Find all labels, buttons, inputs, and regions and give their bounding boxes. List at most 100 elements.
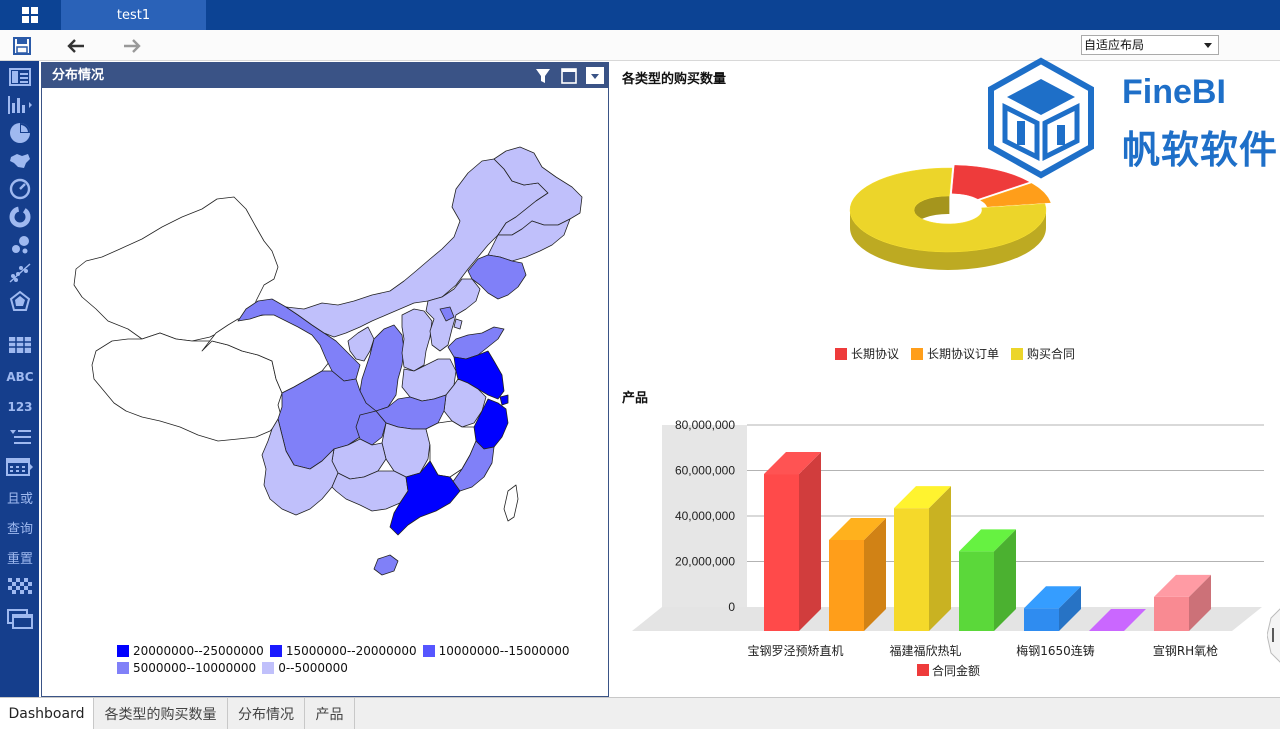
bar-front: [1024, 608, 1059, 631]
x-tick-label: 福建福欣热轧: [889, 643, 961, 658]
bar-front: [1154, 596, 1189, 631]
bar[interactable]: [894, 486, 951, 631]
map-panel-header: 分布情况: [42, 63, 608, 88]
table-layout-icon[interactable]: [4, 63, 36, 91]
region-guangxi: [331, 470, 409, 512]
legend-swatch: [262, 661, 275, 674]
legend-label: 15000000--20000000: [285, 643, 417, 658]
region-tianjin: [453, 318, 463, 330]
map-panel[interactable]: 分布情况 20000000--25000000 15000000--200000…: [41, 62, 609, 697]
bar-side: [799, 452, 821, 631]
radar-icon[interactable]: [4, 287, 36, 315]
y-tick-label: 0: [728, 600, 735, 614]
legend-swatch: [117, 661, 129, 674]
bar-side: [929, 486, 951, 631]
legend-swatch: [1011, 347, 1024, 360]
legend-item[interactable]: 长期协议订单: [911, 345, 999, 362]
checkerboard-icon[interactable]: [4, 573, 36, 601]
legend-swatch: [269, 644, 282, 657]
bar[interactable]: [829, 518, 886, 631]
legend-item[interactable]: 20000000--25000000: [117, 644, 264, 658]
app-grid-icon[interactable]: [0, 0, 60, 30]
pie-panel-title: 各类型的购买数量: [622, 72, 727, 87]
region-shanxi: [401, 308, 433, 372]
layout-select[interactable]: 自适应布局: [1081, 35, 1219, 55]
bar-panel-title: 产品: [622, 391, 649, 406]
bar-front: [959, 551, 994, 631]
text-widget-label[interactable]: ABC: [4, 363, 36, 391]
map-icon[interactable]: [4, 147, 36, 175]
legend-label: 5000000--10000000: [133, 660, 257, 675]
map-panel-title: 分布情况: [52, 68, 105, 83]
bar[interactable]: [764, 452, 821, 631]
number-widget-label[interactable]: 123: [4, 393, 36, 421]
scatter-icon[interactable]: [4, 259, 36, 287]
region-shanghai: [499, 394, 509, 406]
legend-swatch: [422, 644, 435, 657]
legend-item[interactable]: 长期协议: [835, 345, 899, 362]
legend-label: 合同金额: [932, 663, 980, 678]
query-widget-label[interactable]: 查询: [4, 513, 36, 541]
back-arrow-icon[interactable]: [65, 35, 87, 57]
bar-chart-icon[interactable]: [4, 91, 36, 119]
map-legend: 20000000--25000000 15000000--20000000 10…: [117, 642, 587, 676]
legend-item[interactable]: 购买合同: [1011, 345, 1075, 362]
tab-purchase-count[interactable]: 各类型的购买数量: [94, 698, 228, 729]
component-sidebar: ABC 123 且或 查询 重置: [0, 61, 39, 697]
bar-chart[interactable]: 0 20,000,000 40,000,000 60,000,000 80,000,00…: [612, 405, 1272, 695]
pie-legend: 长期协议 长期协议订单 购买合同: [835, 345, 1075, 362]
tab-product[interactable]: 产品: [305, 698, 355, 729]
y-tick-label: 20,000,000: [675, 555, 735, 569]
tab-distribution[interactable]: 分布情况: [228, 698, 305, 729]
panel-scroll-handle[interactable]: [1267, 608, 1280, 663]
logo-product-name: FineBI: [1122, 73, 1226, 111]
legend-item[interactable]: 15000000--20000000: [269, 643, 417, 658]
bottom-tab-bar: Dashboard 各类型的购买数量 分布情况 产品: [0, 697, 1280, 729]
reset-widget-label[interactable]: 重置: [4, 543, 36, 571]
list-filter-icon[interactable]: [4, 423, 36, 451]
tab-dashboard[interactable]: Dashboard: [0, 698, 94, 729]
legend-swatch: [117, 644, 129, 657]
window-icon[interactable]: [4, 605, 36, 633]
legend-item[interactable]: 10000000--15000000: [422, 643, 570, 658]
legend-swatch: [911, 347, 924, 360]
legend-label: 10000000--15000000: [438, 643, 570, 658]
bar-front: [829, 540, 864, 631]
save-icon[interactable]: [11, 35, 33, 57]
legend-label: 长期协议: [851, 347, 900, 361]
logo-company-name: 帆软软件: [1122, 128, 1279, 172]
finebi-logo: FineBI 帆软软件: [985, 57, 1280, 182]
dropdown-menu-icon[interactable]: [586, 67, 604, 84]
legend-item[interactable]: 5000000--10000000: [117, 661, 256, 675]
title-bar: test1: [0, 0, 1280, 30]
y-tick-label: 80,000,000: [675, 418, 735, 432]
bar-front: [894, 508, 929, 631]
date-icon[interactable]: [4, 453, 36, 481]
chevron-down-icon: [1204, 43, 1212, 48]
pie-chart-icon[interactable]: [4, 119, 36, 147]
bar[interactable]: [959, 529, 1016, 631]
region-hunan: [381, 422, 431, 478]
china-map[interactable]: [42, 89, 608, 609]
bubble-icon[interactable]: [4, 231, 36, 259]
tab-test1[interactable]: test1: [61, 0, 206, 30]
legend-item[interactable]: 0--5000000: [262, 661, 348, 675]
region-shandong: [447, 326, 505, 360]
y-tick-label: 60,000,000: [675, 464, 735, 478]
region-hainan: [373, 554, 399, 576]
bar-front: [764, 474, 799, 631]
donut-icon[interactable]: [4, 203, 36, 231]
legend-label: 长期协议订单: [927, 347, 1000, 361]
y-tick-label: 40,000,000: [675, 509, 735, 523]
table-icon[interactable]: [4, 331, 36, 359]
forward-arrow-icon[interactable]: [121, 35, 143, 57]
gauge-icon[interactable]: [4, 175, 36, 203]
bar-legend[interactable]: 合同金额: [917, 663, 980, 678]
filter-icon[interactable]: [534, 67, 552, 84]
x-tick-label: 梅钢1650连铸: [1016, 643, 1095, 658]
x-tick-label: 宣钢RH氧枪: [1153, 643, 1218, 658]
legend-label: 购买合同: [1027, 347, 1076, 361]
legend-label: 0--5000000: [278, 660, 348, 675]
maximize-icon[interactable]: [560, 67, 578, 84]
and-or-widget-label[interactable]: 且或: [4, 483, 36, 511]
